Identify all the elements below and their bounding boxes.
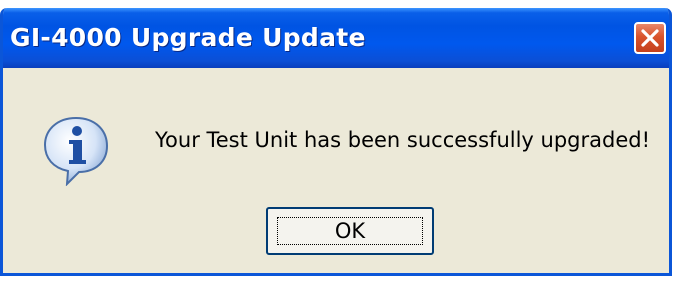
- dialog-message: Your Test Unit has been successfully upg…: [155, 128, 650, 152]
- dialog-window: GI-4000 Upgrade Update i Your Test Unit …: [0, 8, 672, 276]
- title-bar[interactable]: GI-4000 Upgrade Update: [3, 8, 669, 68]
- close-icon: [641, 29, 659, 47]
- close-button[interactable]: [634, 22, 666, 54]
- info-glyph: i: [41, 114, 42, 115]
- ok-button[interactable]: OK: [266, 207, 434, 255]
- window-title: GI-4000 Upgrade Update: [10, 23, 366, 52]
- ok-button-label: OK: [334, 219, 366, 243]
- information-icon: i: [41, 114, 111, 187]
